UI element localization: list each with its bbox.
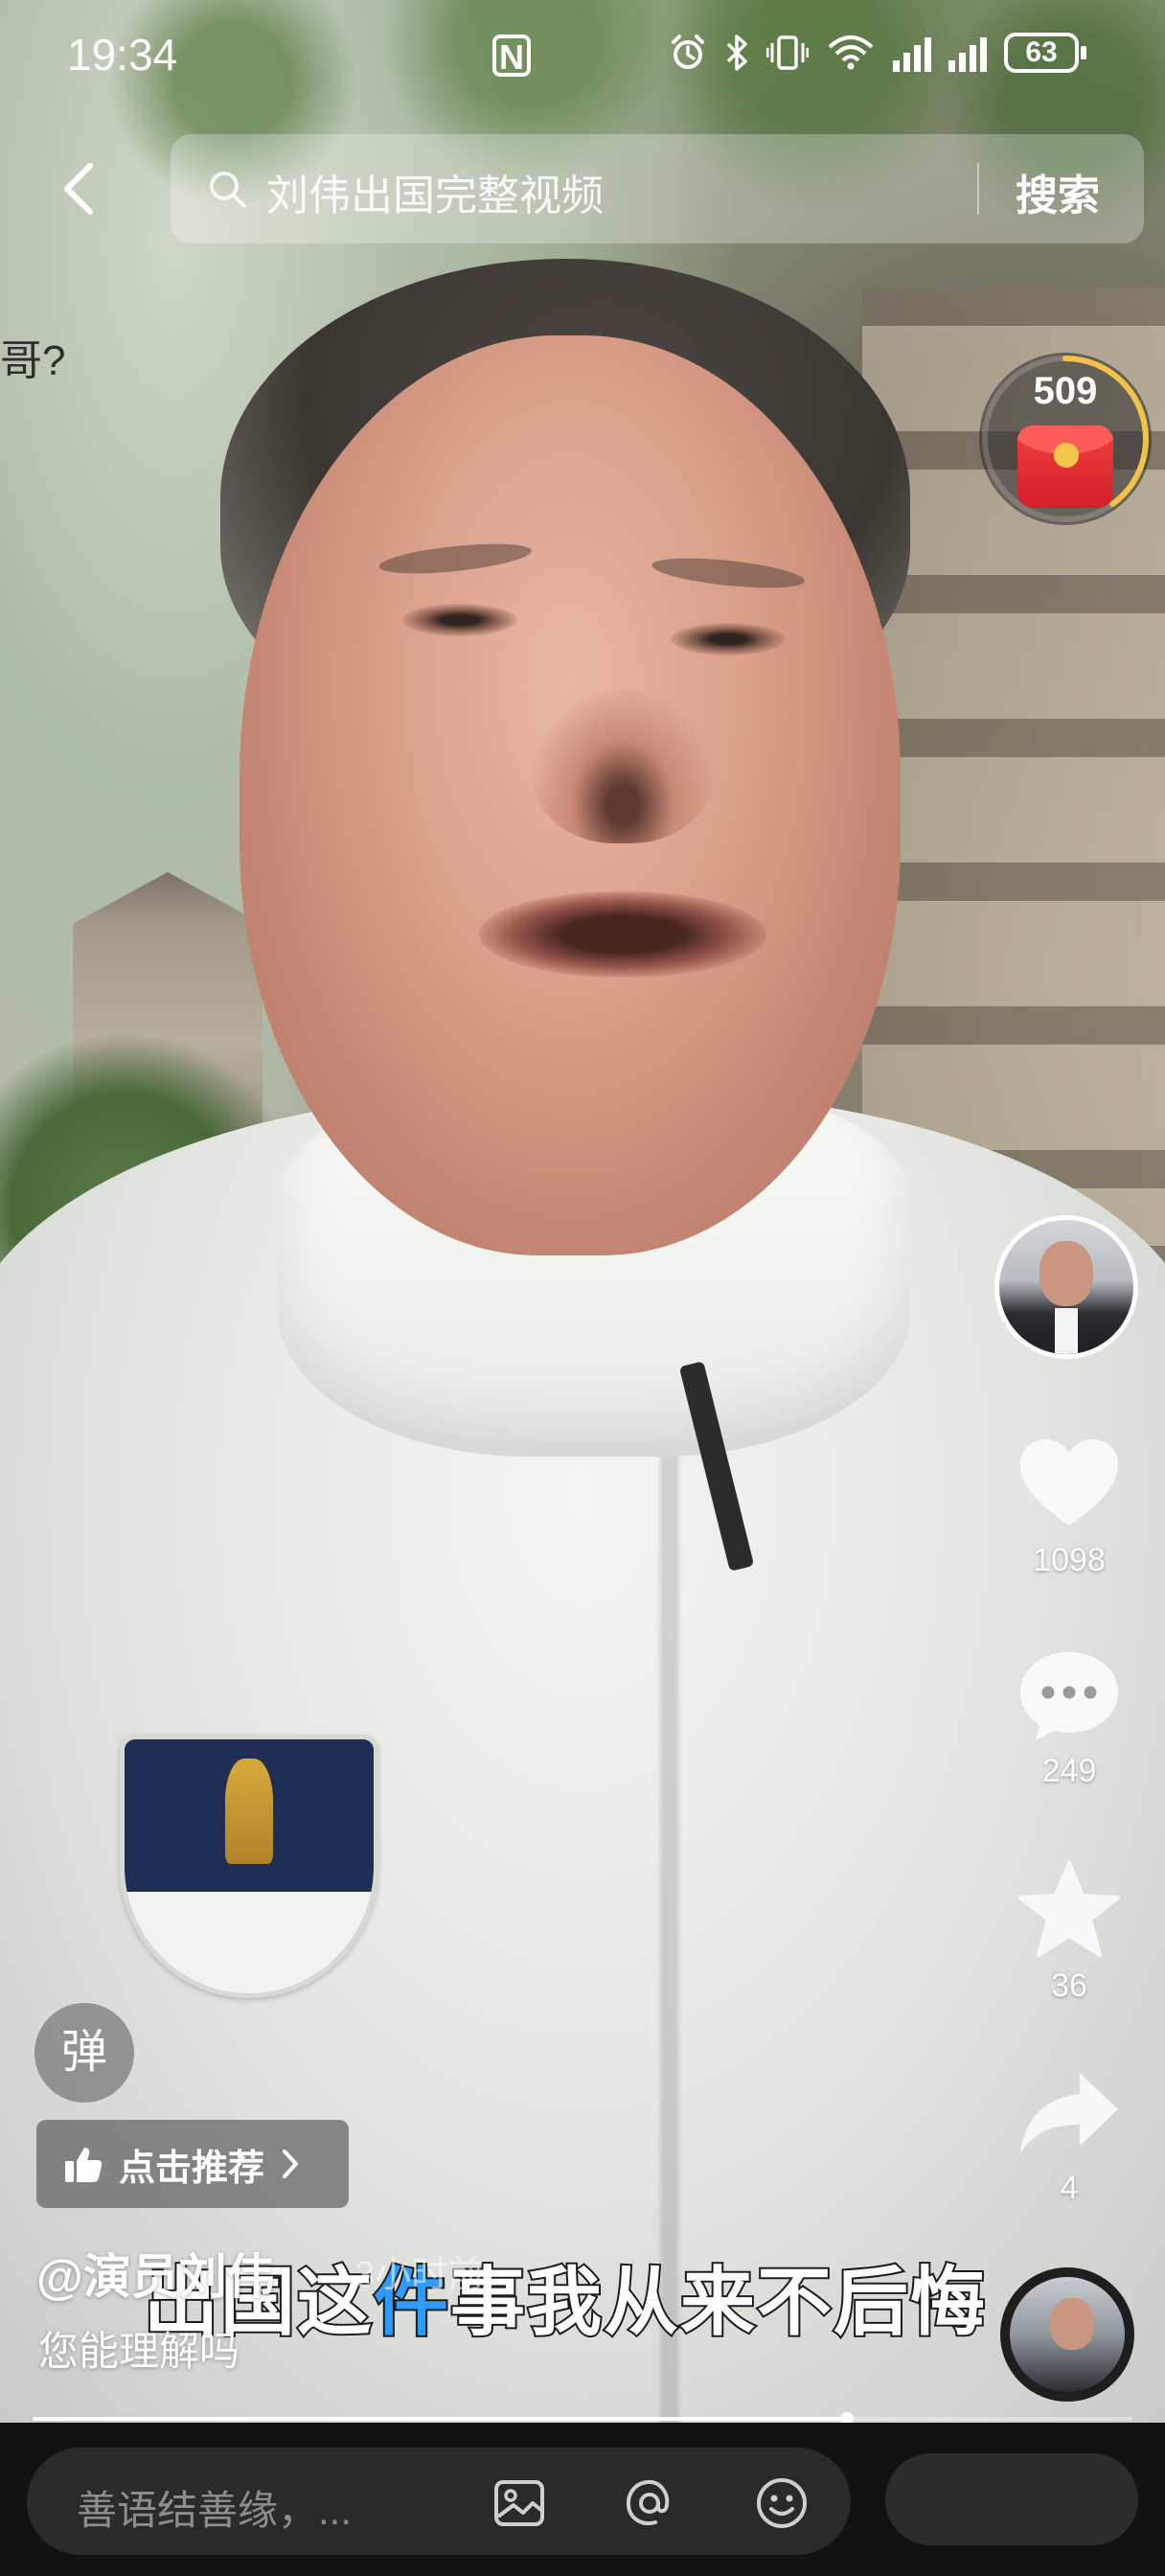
- comment-placeholder: 善语结善缘，...: [77, 2488, 353, 2533]
- subtitle-part-2: 事我从来不后悔: [448, 2258, 988, 2346]
- overlay-text-fragment: 哥?: [0, 337, 66, 384]
- star-icon: [1018, 1861, 1120, 1957]
- status-bar: 19:34 N 63: [0, 0, 1165, 115]
- progress-fill: [33, 2417, 847, 2421]
- back-button[interactable]: [50, 155, 107, 222]
- bluetooth-icon: [726, 34, 747, 71]
- reward-widget[interactable]: 509: [979, 353, 1152, 525]
- mention-icon[interactable]: [621, 2474, 678, 2532]
- like-button[interactable]: 1098: [1002, 1438, 1136, 1579]
- share-arrow-icon: [1020, 2073, 1118, 2153]
- share-button[interactable]: 4: [1002, 2065, 1136, 2207]
- signal-icon: [893, 34, 931, 72]
- danmaku-toggle-button[interactable]: 弹: [34, 2003, 134, 2103]
- search-icon: [210, 172, 246, 208]
- person-nose: [532, 690, 714, 843]
- search-divider: [977, 163, 979, 215]
- search-query-text[interactable]: 刘伟出国完整视频: [266, 161, 604, 222]
- person-mouth: [479, 891, 766, 978]
- search-bar[interactable]: 刘伟出国完整视频 搜索: [171, 134, 1144, 243]
- chevron-left-icon: [64, 163, 93, 215]
- comment-bar: 善语结善缘，...: [0, 2423, 1165, 2576]
- avatar-face: [1039, 1241, 1093, 1306]
- red-envelope-icon: [1017, 426, 1113, 508]
- post-time: 3小时前: [354, 2255, 485, 2295]
- comment-icon: [1020, 1652, 1118, 1740]
- comment-count: 249: [1041, 1753, 1097, 1789]
- reward-count: 509: [1033, 370, 1098, 412]
- vibrate-icon: [766, 35, 809, 70]
- battery-icon: 63: [1004, 33, 1086, 73]
- favorite-count: 36: [1051, 1967, 1087, 2004]
- favorite-button[interactable]: 36: [1002, 1859, 1136, 2005]
- jacket-logo-patch: [120, 1735, 378, 1998]
- thumbs-up-icon: [65, 2148, 103, 2182]
- video-progress-bar[interactable]: [33, 2412, 1132, 2426]
- author-name[interactable]: @演员刘伟: [36, 2239, 275, 2308]
- trophy-graphic: [225, 1759, 273, 1864]
- recommend-label: 点击推荐: [119, 2148, 265, 2189]
- send-button[interactable]: [885, 2453, 1138, 2545]
- person-eye-left: [402, 604, 517, 636]
- status-icons: 63: [669, 33, 1086, 73]
- wifi-icon: [828, 35, 874, 70]
- video-caption[interactable]: 您能理解吗: [38, 2319, 240, 2378]
- image-icon[interactable]: [491, 2474, 548, 2532]
- like-count: 1098: [1033, 1542, 1106, 1578]
- person-eye-right: [671, 623, 786, 656]
- heart-icon: [1020, 1439, 1118, 1526]
- comment-button[interactable]: 249: [1002, 1648, 1136, 1790]
- author-avatar[interactable]: [994, 1215, 1138, 1359]
- share-count: 4: [1060, 2170, 1079, 2206]
- search-button[interactable]: 搜索: [1016, 161, 1100, 222]
- status-time: 19:34: [67, 30, 178, 80]
- nfc-icon: N: [492, 34, 531, 77]
- music-disc-cover: [1050, 2298, 1094, 2350]
- avatar-shirt: [1055, 1308, 1078, 1354]
- signal-icon: [948, 34, 987, 72]
- recommend-button[interactable]: 点击推荐: [36, 2120, 349, 2208]
- chevron-right-icon: [283, 2150, 299, 2178]
- emoji-icon[interactable]: [753, 2474, 811, 2532]
- comment-input[interactable]: 善语结善缘，...: [27, 2448, 851, 2555]
- alarm-icon: [672, 34, 704, 69]
- music-disc[interactable]: [1000, 2267, 1134, 2402]
